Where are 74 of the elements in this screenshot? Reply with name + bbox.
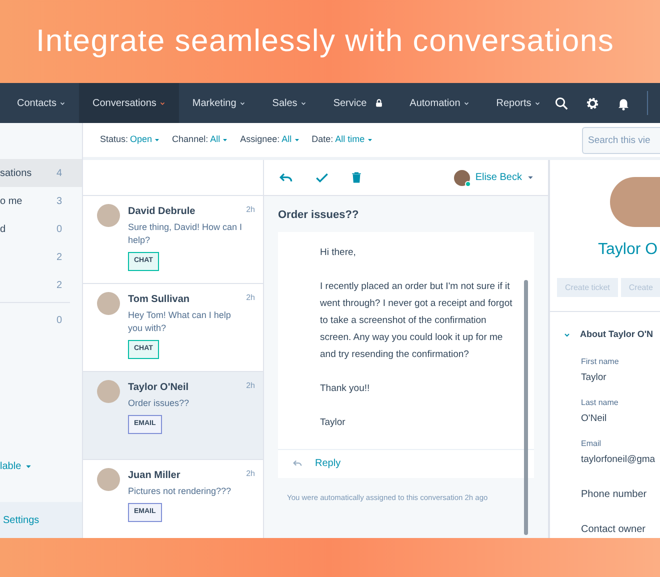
search-icon[interactable] bbox=[554, 96, 570, 110]
avatar bbox=[97, 380, 120, 403]
time-label: 2h bbox=[246, 380, 255, 392]
time-label: 2h bbox=[246, 468, 255, 480]
sidebar-item[interactable]: d 0 bbox=[0, 215, 82, 243]
message-paragraph: Thank you!! bbox=[320, 382, 371, 396]
contact-name: Juan Miller bbox=[128, 469, 180, 483]
count-label: 2 bbox=[56, 250, 62, 264]
message-preview: Pictures not rendering??? bbox=[128, 485, 232, 498]
message-preview: Hey Tom! What can I help you with? bbox=[128, 309, 232, 335]
caret-icon bbox=[25, 463, 32, 470]
trash-icon[interactable] bbox=[350, 171, 363, 184]
message-preview: Order issues?? bbox=[128, 397, 190, 410]
avatar bbox=[97, 468, 120, 491]
assignee-dropdown[interactable]: Elise Beck bbox=[454, 170, 534, 186]
caret-icon bbox=[222, 137, 228, 143]
time-label: 2h bbox=[246, 204, 255, 216]
headline: Integrate seamlessly with conversations bbox=[36, 22, 614, 60]
count-label: 4 bbox=[56, 166, 62, 180]
lock-icon bbox=[374, 98, 384, 108]
filter-dropdown[interactable]: Assignee: All bbox=[240, 133, 300, 147]
nav-menu-item[interactable]: Automation bbox=[396, 83, 484, 123]
nav-menu-item[interactable]: Contacts bbox=[4, 83, 80, 123]
settings-icon[interactable] bbox=[585, 96, 600, 110]
caret-icon bbox=[154, 137, 160, 143]
contact-name: Taylor O bbox=[597, 240, 659, 260]
photo-placeholder bbox=[610, 177, 660, 227]
conversation-subject: Order issues?? bbox=[277, 208, 360, 223]
count-label: 0 bbox=[56, 314, 62, 328]
caret-icon bbox=[300, 100, 308, 106]
nav-menu-item[interactable]: Service bbox=[320, 83, 397, 123]
nav-menu-item[interactable]: Marketing bbox=[179, 83, 260, 123]
contact-name: David Debrule bbox=[128, 205, 196, 219]
caret-icon bbox=[239, 100, 246, 106]
contact-name: Tom Sullivan bbox=[128, 293, 190, 307]
caret-icon bbox=[294, 137, 300, 143]
field-label: Last name bbox=[581, 396, 620, 409]
field-label: First name bbox=[581, 356, 620, 368]
filter-dropdown[interactable]: Channel: All bbox=[172, 133, 228, 147]
nav-menu-item[interactable]: Reports bbox=[483, 83, 554, 123]
caret-icon bbox=[366, 137, 373, 143]
count-label: 3 bbox=[56, 194, 62, 208]
message-preview: Sure thing, David! How can I help? bbox=[128, 221, 244, 247]
contact-name: Taylor O'Neil bbox=[128, 381, 189, 395]
nav-menu-item[interactable]: Sales bbox=[259, 83, 320, 123]
reply-arrow-icon bbox=[292, 458, 303, 469]
caret-icon bbox=[159, 100, 166, 106]
chevron-down-icon bbox=[563, 330, 571, 339]
caret-icon bbox=[59, 100, 66, 106]
caret-icon bbox=[527, 174, 534, 181]
section-toggle[interactable]: About Taylor O'N bbox=[550, 328, 660, 342]
field-label: Contact owner bbox=[581, 523, 646, 538]
caret-icon bbox=[463, 100, 470, 106]
filter-dropdown[interactable]: Status: Open bbox=[100, 133, 160, 147]
nav-menu-item[interactable]: Conversations bbox=[79, 83, 180, 123]
field-label: Phone number bbox=[581, 488, 648, 502]
message-paragraph: Hi there, bbox=[320, 246, 357, 260]
sidebar-item[interactable]: sations 4 bbox=[0, 159, 82, 187]
count-label: 2 bbox=[56, 278, 62, 292]
avatar bbox=[97, 292, 120, 315]
field-label: Email bbox=[581, 438, 602, 450]
avatar bbox=[97, 204, 120, 227]
sidebar-item[interactable]: o me 3 bbox=[0, 187, 82, 215]
field-value: taylorfoneil@gma bbox=[581, 453, 656, 467]
search-field[interactable]: Search this vie bbox=[582, 126, 660, 154]
field-value: Taylor bbox=[581, 370, 608, 384]
filter-dropdown[interactable]: Date: All time bbox=[312, 133, 373, 147]
field-value: O'Neil bbox=[581, 412, 608, 426]
message-paragraph: Taylor bbox=[320, 416, 346, 430]
caret-icon bbox=[534, 100, 542, 106]
message-paragraph: I recently placed an order but I'm not sure if it went through? I never got a receipt and forgot to take a screenshot of the confirmation screen. Any way you could look it up for me and try resending the confirmation? bbox=[320, 280, 514, 362]
time-label: 2h bbox=[246, 292, 255, 304]
reply-link[interactable]: Reply bbox=[315, 456, 341, 471]
count-label: 0 bbox=[56, 222, 62, 236]
